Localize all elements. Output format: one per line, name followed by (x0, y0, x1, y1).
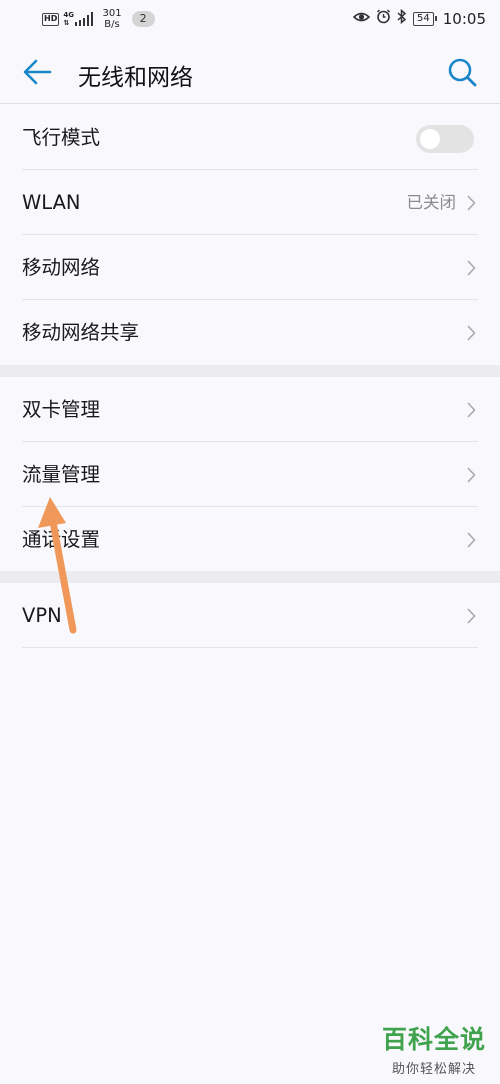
divider (22, 647, 478, 648)
search-icon (448, 58, 477, 87)
status-bar: HD 4G ⇅ 301 B/s 2 54 10:05 (0, 0, 500, 40)
chevron-right-icon (467, 195, 476, 211)
bluetooth-icon (397, 8, 407, 28)
network-type: 4G (63, 11, 74, 19)
airplane-mode-row[interactable]: 飞行模式 (0, 105, 500, 170)
call-settings-label: 通话设置 (22, 528, 101, 551)
section-separator (0, 571, 500, 583)
watermark-subtitle: 助你轻松解决 (391, 1062, 476, 1077)
airplane-mode-label: 飞行模式 (22, 126, 101, 149)
tethering-label: 移动网络共享 (22, 321, 140, 344)
status-left: HD 4G ⇅ 301 B/s 2 (42, 8, 155, 30)
search-button[interactable] (446, 56, 478, 88)
call-settings-row[interactable]: 通话设置 (0, 507, 500, 572)
data-arrows-icon: ⇅ (63, 19, 70, 27)
vpn-row[interactable]: VPN (0, 583, 500, 648)
mobile-network-label: 移动网络 (22, 256, 101, 279)
vpn-label: VPN (22, 604, 62, 627)
tethering-row[interactable]: 移动网络共享 (0, 300, 500, 365)
status-right: 54 10:05 (352, 8, 486, 28)
mobile-network-row[interactable]: 移动网络 (0, 235, 500, 300)
data-usage-label: 流量管理 (22, 463, 101, 486)
back-button[interactable] (20, 54, 56, 90)
section-separator (0, 365, 500, 377)
speed-value: 301 (102, 8, 122, 19)
notification-count-badge: 2 (131, 11, 155, 27)
watermark-title: 百科全说 (381, 1025, 486, 1054)
clock: 10:05 (442, 9, 486, 28)
speed-unit: B/s (104, 19, 120, 30)
network-type-icon: 4G ⇅ (63, 11, 74, 27)
hd-badge: HD (42, 12, 60, 26)
dual-sim-row[interactable]: 双卡管理 (0, 377, 500, 442)
wlan-label: WLAN (22, 191, 81, 214)
settings-group-network: 飞行模式 WLAN 已关闭 移动网络 移动网络共享 (0, 105, 500, 365)
wlan-row[interactable]: WLAN 已关闭 (0, 170, 500, 235)
chevron-right-icon (467, 608, 476, 624)
chevron-right-icon (467, 260, 476, 276)
chevron-right-icon (467, 325, 476, 341)
chevron-right-icon (467, 532, 476, 548)
app-bar: 无线和网络 (0, 40, 500, 104)
wlan-status: 已关闭 (406, 193, 457, 212)
battery-icon: 54 (413, 11, 437, 26)
back-arrow-icon (23, 59, 52, 85)
dual-sim-label: 双卡管理 (22, 398, 101, 421)
alarm-icon (376, 9, 391, 28)
eye-comfort-icon (352, 10, 371, 28)
watermark: 百科全说 助你轻松解决 (382, 1020, 486, 1077)
chevron-right-icon (467, 467, 476, 483)
data-usage-row[interactable]: 流量管理 (0, 442, 500, 507)
toggle-knob (420, 129, 440, 149)
page-title: 无线和网络 (78, 65, 193, 91)
settings-group-sim: 双卡管理 流量管理 通话设置 (0, 377, 500, 572)
settings-group-vpn: VPN (0, 583, 500, 648)
chevron-right-icon (467, 402, 476, 418)
airplane-mode-toggle[interactable] (416, 125, 474, 153)
network-speed: 301 B/s (102, 8, 121, 30)
signal-icon (74, 12, 94, 26)
